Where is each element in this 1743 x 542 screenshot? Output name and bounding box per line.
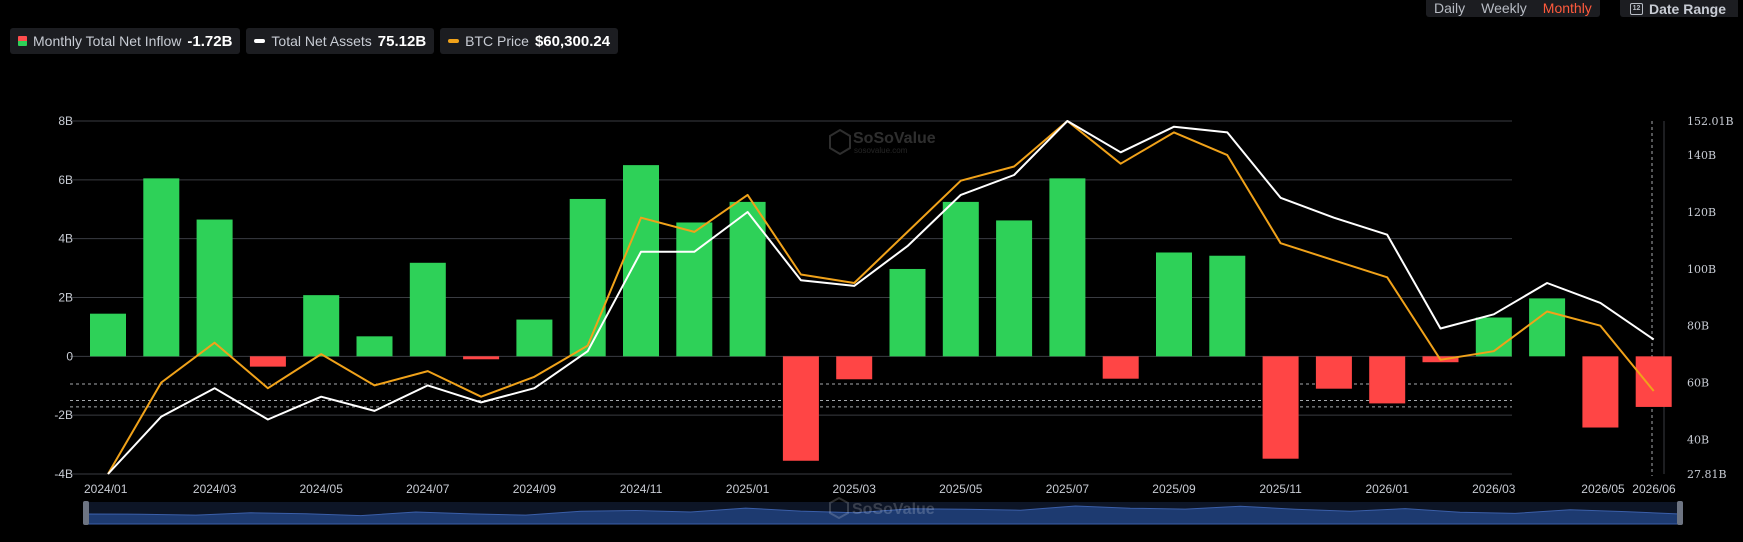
inflow-bar (996, 220, 1033, 357)
navigator-watermark-brand: SoSoValue (852, 501, 935, 518)
y-left-tick-label: 4B (58, 232, 73, 246)
inflow-bar (196, 219, 233, 357)
y-left-tick-label: 2B (58, 291, 73, 305)
y-right-tick-label: 100B (1687, 263, 1716, 276)
x-tick-label: 2024/11 (620, 482, 663, 496)
range-navigator[interactable]: SoSoValue (83, 496, 1683, 525)
x-tick-label: 2025/07 (1046, 482, 1090, 496)
watermark-url: sosovalue.com (854, 146, 908, 155)
inflow-bar (1156, 252, 1192, 357)
inflow-bar (409, 262, 446, 357)
inflow-bar (1209, 255, 1246, 357)
x-tick-label: 2026/01 (1366, 482, 1410, 496)
navigator-right-handle (1677, 501, 1683, 525)
inflow-bar (1315, 356, 1352, 389)
inflow-bar (729, 201, 766, 357)
x-tick-label: 2026/03 (1472, 482, 1516, 496)
inflow-bar (143, 178, 180, 357)
y-right-tick-label: 152.01B (1687, 115, 1734, 128)
y-left-tick-label: 6B (58, 173, 73, 187)
x-tick-label: 2024/01 (84, 482, 128, 496)
navigator-left-handle (83, 501, 89, 525)
y-right-tick-label: 60B (1687, 377, 1709, 390)
x-tick-label: 2024/03 (193, 482, 237, 496)
inflow-bar (942, 201, 979, 357)
inflow-bar (1102, 356, 1139, 379)
inflow-bar (463, 356, 500, 360)
x-tick-label: 2025/01 (726, 482, 770, 496)
y-right-tick-label: 80B (1687, 320, 1709, 333)
y-right-tick-label: 140B (1687, 149, 1716, 162)
inflow-bar (569, 198, 606, 357)
inflow-bar (1635, 356, 1672, 407)
y-left-tick-label: 0 (66, 349, 73, 363)
y-right-tick-label: 120B (1687, 206, 1716, 219)
x-tick-label: 2026/06 (1632, 482, 1676, 496)
y-right-tick-label: 40B (1687, 433, 1709, 446)
inflow-bars (90, 165, 1672, 461)
watermark-logo-icon (829, 128, 851, 156)
x-tick-label: 2026/05 (1581, 482, 1625, 496)
y-left-tick-label: 8B (58, 114, 73, 128)
x-tick-label: 2025/05 (939, 482, 983, 496)
x-tick-label: 2025/11 (1259, 482, 1302, 496)
inflow-bar (782, 356, 819, 461)
inflow-bar (303, 295, 340, 357)
watermark-brand: SoSoValue (853, 130, 936, 147)
x-tick-label: 2024/05 (300, 482, 344, 496)
inflow-bar (1369, 356, 1406, 404)
inflow-bar (1262, 356, 1299, 459)
inflow-bar (1582, 356, 1619, 428)
inflow-bar (249, 356, 286, 367)
inflow-bar (1049, 178, 1086, 357)
inflow-bar (836, 356, 873, 380)
y-left-tick-label: -2B (54, 408, 73, 422)
x-tick-label: 2025/09 (1152, 482, 1196, 496)
y-right-tick-label: 27.81B (1687, 468, 1727, 481)
inflow-chart: SoSoValue sosovalue.com 8B 6B 4B 2B 0 -2B -4B 1… (54, 114, 1734, 525)
x-tick-label: 2025/03 (833, 482, 877, 496)
x-tick-label: 2024/09 (513, 482, 557, 496)
inflow-bar (516, 319, 553, 357)
inflow-bar (356, 336, 393, 357)
inflow-bar (889, 268, 926, 357)
watermark: SoSoValue sosovalue.com (829, 128, 936, 156)
x-tick-label: 2024/07 (406, 482, 450, 496)
y-left-tick-label: -4B (54, 467, 73, 481)
inflow-bar (90, 313, 126, 357)
inflow-bar (623, 165, 659, 357)
inflow-bar (1529, 298, 1566, 357)
